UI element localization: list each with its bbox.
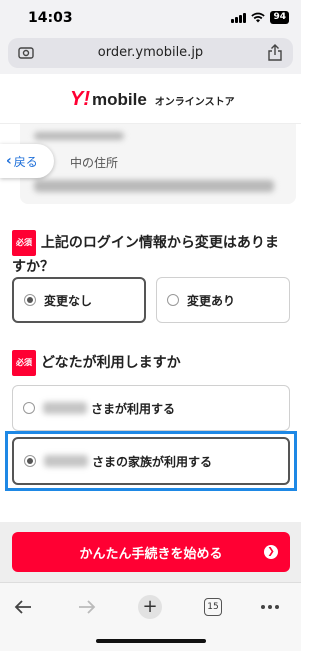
more-button[interactable] — [255, 595, 285, 619]
browser-url-area: order.ymobile.jp — [0, 34, 301, 74]
status-time: 14:03 — [28, 10, 73, 26]
radio-selected-icon — [24, 294, 36, 306]
required-badge: 必須 — [12, 350, 36, 376]
home-indicator — [96, 639, 206, 643]
question-text: どなたが利用しますか — [40, 355, 181, 371]
browser-toolbar: + 15 — [0, 582, 301, 651]
option-label: さまが利用する — [91, 401, 176, 416]
cta-area: かんたん手続きを始める ❯ — [0, 522, 301, 582]
option-label: 変更あり — [187, 293, 236, 308]
address-label: 中の住所 — [70, 156, 119, 170]
url-bar[interactable]: order.ymobile.jp — [8, 38, 293, 68]
cta-label: かんたん手続きを始める — [79, 546, 223, 562]
address-card: 中の住所 — [20, 124, 296, 204]
wifi-icon — [251, 12, 266, 23]
question-text: 上記のログイン情報から変更はありますか？ — [12, 235, 279, 275]
status-bar: 14:03 94 — [0, 0, 301, 34]
radio-unselected-icon — [167, 294, 179, 306]
start-procedure-button[interactable]: かんたん手続きを始める ❯ — [12, 532, 290, 572]
tab-count-icon: 15 — [204, 598, 222, 616]
ymobile-logo[interactable]: Y! mobile オンラインストア — [70, 88, 235, 111]
redacted-name — [43, 402, 87, 414]
redacted-text — [34, 132, 124, 140]
required-badge: 必須 — [12, 230, 36, 256]
chevron-right-icon: ❯ — [264, 545, 278, 559]
status-icons: 94 — [231, 11, 289, 24]
option-no-change[interactable]: 変更なし — [12, 277, 146, 323]
back-button[interactable]: ‹ 戻る — [0, 144, 54, 178]
option-self-use[interactable]: さまが利用する — [12, 385, 290, 431]
radio-unselected-icon — [23, 402, 35, 414]
option-label: 変更なし — [44, 293, 93, 308]
share-icon[interactable] — [267, 44, 283, 62]
forward-nav-button[interactable] — [72, 595, 102, 619]
new-tab-button[interactable]: + — [135, 595, 165, 619]
logo-word: mobile — [92, 90, 147, 109]
back-label: 戻る — [13, 154, 38, 169]
store-label: オンラインストア — [154, 97, 235, 108]
battery-icon: 94 — [270, 11, 289, 24]
arrow-right-icon — [79, 600, 96, 614]
url-text[interactable]: order.ymobile.jp — [8, 45, 293, 60]
site-header: Y! mobile オンラインストア — [0, 74, 301, 124]
question-who-uses: 必須 どなたが利用しますか — [12, 350, 181, 376]
logo-mark: Y! — [70, 88, 90, 110]
more-icon — [261, 605, 279, 609]
highlight-box — [5, 431, 297, 491]
plus-icon: + — [138, 595, 162, 619]
question-login-change: 必須 上記のログイン情報から変更はありますか？ — [12, 230, 292, 278]
tabs-button[interactable]: 15 — [198, 595, 228, 619]
arrow-left-icon — [14, 600, 31, 614]
option-change[interactable]: 変更あり — [156, 277, 290, 323]
redacted-address — [34, 180, 274, 192]
chevron-left-icon: ‹ — [6, 153, 12, 169]
back-nav-button[interactable] — [8, 595, 38, 619]
signal-icon — [231, 12, 247, 23]
